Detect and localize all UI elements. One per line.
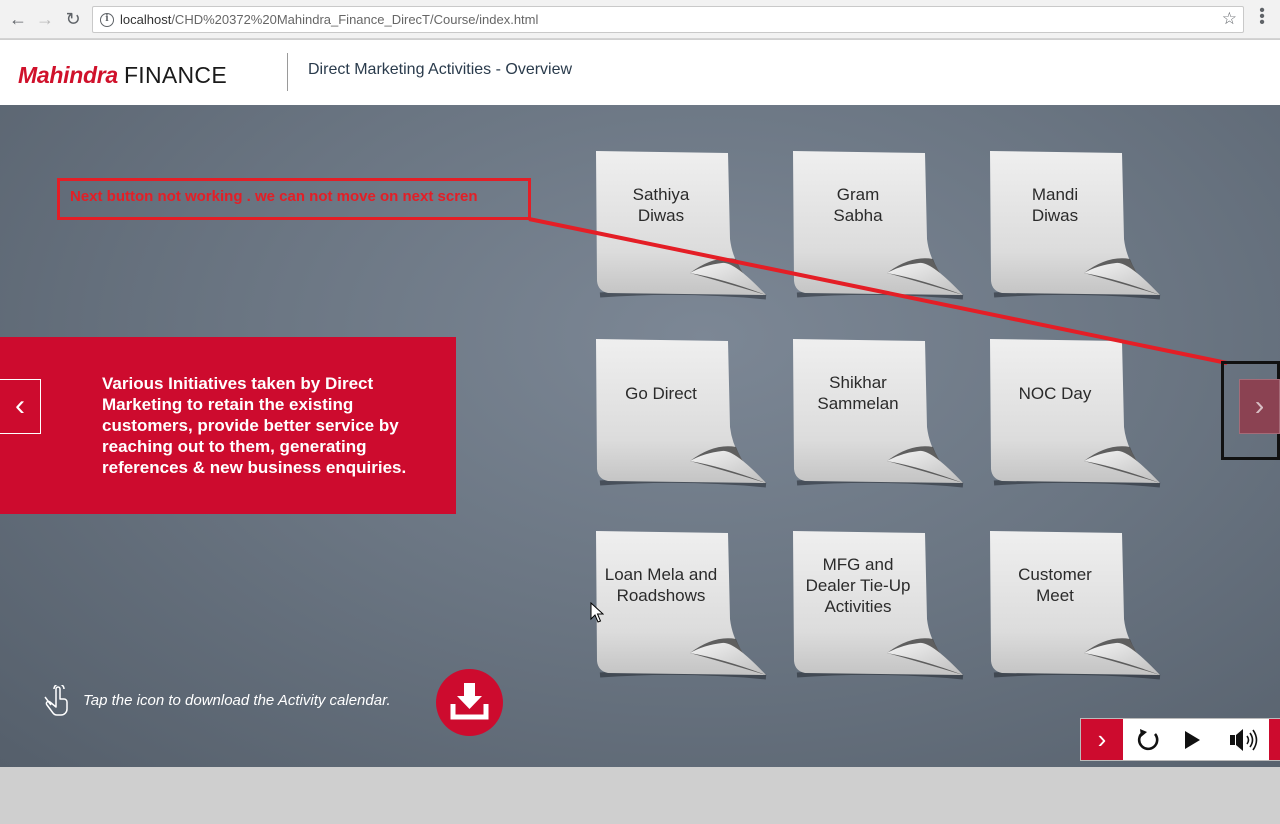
logo-finance: FINANCE: [123, 62, 227, 88]
control-bar-edge: [1269, 719, 1280, 760]
annotation-text: Next button not working . we can not mov…: [70, 188, 478, 205]
playback-controls: ›: [1080, 718, 1280, 761]
play-button[interactable]: [1171, 719, 1213, 760]
url-text[interactable]: localhost/CHD%20372%20Mahindra_Finance_D…: [120, 12, 538, 27]
replay-button[interactable]: [1127, 719, 1169, 760]
course-header: Mahindra FINANCE Direct Marketing Activi…: [0, 40, 1280, 105]
audio-button[interactable]: [1225, 719, 1267, 760]
info-icon[interactable]: i: [100, 13, 114, 27]
annotation-box: Next button not working . we can not mov…: [57, 178, 531, 220]
browser-toolbar: ← → ↻ i localhost/CHD%20372%20Mahindra_F…: [0, 0, 1280, 39]
url-path: /CHD%20372%20Mahindra_Finance_DirecT/Cou…: [171, 12, 539, 27]
mouse-cursor-icon: [590, 602, 604, 623]
chevron-right-icon: ›: [1097, 724, 1107, 754]
chevron-right-icon: ›: [1254, 390, 1265, 421]
mahindra-finance-logo: Mahindra FINANCE: [18, 62, 227, 89]
control-next-button[interactable]: ›: [1081, 719, 1123, 760]
kebab-menu-icon[interactable]: • • •: [1255, 3, 1269, 31]
tap-hand-icon: [44, 685, 68, 716]
bookmark-star-icon[interactable]: ☆: [1222, 9, 1237, 29]
url-host: localhost: [120, 12, 172, 27]
play-icon: [1185, 730, 1200, 749]
replay-icon: [1137, 728, 1159, 750]
course-stage: Sathiya Diwas Gram Sabha Mandi Diwas Go Direct…: [0, 105, 1280, 767]
download-button[interactable]: [436, 669, 503, 736]
download-hint-text: Tap the icon to download the Activity ca…: [83, 692, 391, 709]
logo-mahindra: Mahindra: [18, 62, 118, 88]
header-divider: [287, 53, 288, 91]
reload-icon[interactable]: ↻: [63, 9, 83, 29]
address-bar[interactable]: i localhost/CHD%20372%20Mahindra_Finance…: [92, 6, 1244, 33]
back-arrow-icon[interactable]: ←: [8, 9, 28, 29]
download-icon: [450, 683, 489, 720]
next-button[interactable]: ›: [1239, 379, 1280, 434]
forward-arrow-icon[interactable]: →: [35, 9, 55, 29]
speaker-icon: [1230, 728, 1258, 751]
page-title: Direct Marketing Activities - Overview: [308, 61, 573, 78]
